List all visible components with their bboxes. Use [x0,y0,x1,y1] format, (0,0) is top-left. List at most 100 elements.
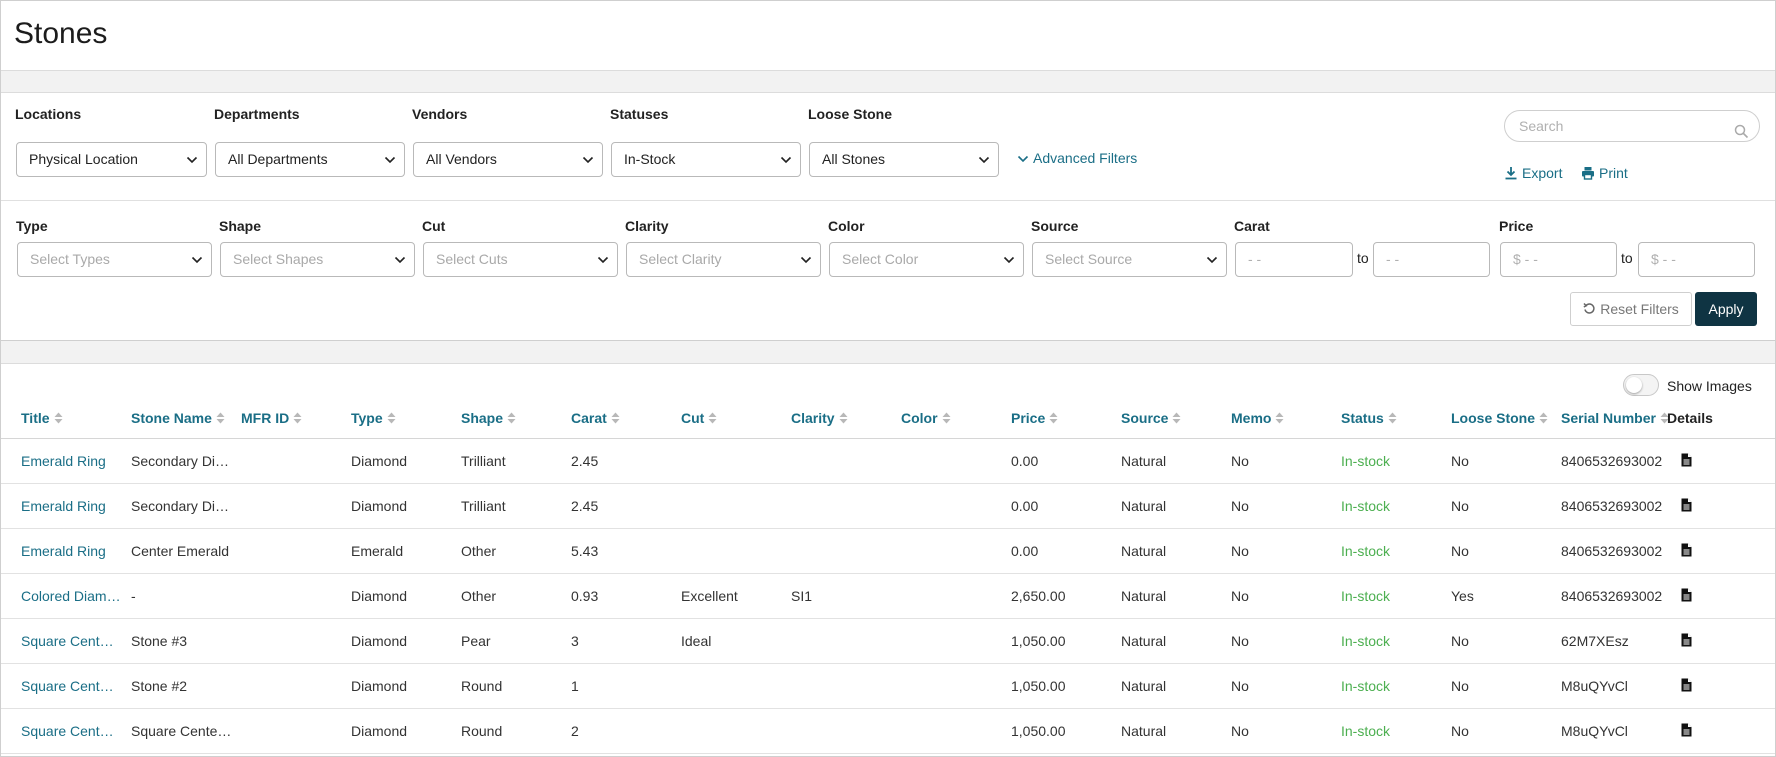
column-header-label: Clarity [791,410,835,426]
search-input[interactable]: Search [1504,110,1760,142]
column-header-loose-stone[interactable]: Loose Stone [1451,410,1548,426]
carat-to-label: to [1357,250,1369,266]
shape-select[interactable]: Select Shapes [220,242,415,277]
cell-carat: 3 [571,633,579,649]
table-row[interactable]: Square Center Ring Square Center Stone Dia… [1,709,1775,754]
column-header-label: Carat [571,410,607,426]
color-label: Color [828,218,865,234]
column-header-stone-name[interactable]: Stone Name [131,410,225,426]
vendors-value: All Vendors [426,151,497,167]
apply-button[interactable]: Apply [1695,292,1757,326]
reset-filters-button[interactable]: Reset Filters [1570,292,1692,326]
cell-type: Diamond [351,453,408,469]
column-header-color[interactable]: Color [901,410,951,426]
table-row[interactable]: Emerald Ring Secondary Diamond Diamond Tril… [1,439,1775,484]
cell-stone-name: Square Center Stone [131,723,235,739]
cell-shape: Other [461,543,497,559]
sort-icon [942,412,951,424]
column-header-shape[interactable]: Shape [461,410,516,426]
table-row[interactable]: Emerald Ring Secondary Diamond Diamond Tril… [1,484,1775,529]
cell-memo: No [1231,633,1249,649]
chevron-down-icon [384,154,396,166]
column-header-memo[interactable]: Memo [1231,410,1284,426]
departments-select[interactable]: All Departments [215,142,405,177]
column-header-source[interactable]: Source [1121,410,1181,426]
column-header-mfr-id[interactable]: MFR ID [241,410,302,426]
table-row[interactable]: Colored Diamond Ring- Diamond Other 0.93 Exc… [1,574,1775,619]
source-select[interactable]: Select Source [1032,242,1227,277]
column-header-price[interactable]: Price [1011,410,1058,426]
type-select[interactable]: Select Types [17,242,212,277]
statuses-select[interactable]: In-Stock [611,142,801,177]
chevron-down-icon [191,254,203,266]
reset-filters-label: Reset Filters [1600,301,1679,317]
departments-value: All Departments [228,151,328,167]
details-document-icon[interactable] [1681,723,1692,742]
loose-stone-select[interactable]: All Stones [809,142,999,177]
cut-select[interactable]: Select Cuts [423,242,618,277]
cell-title[interactable]: Emerald Ring [21,543,121,559]
source-label: Source [1031,218,1079,234]
cell-shape: Round [461,723,503,739]
locations-select[interactable]: Physical Location [16,142,207,177]
details-document-icon[interactable] [1681,453,1692,472]
cell-title[interactable]: Square Center Ring [21,723,121,739]
clarity-select[interactable]: Select Clarity [626,242,821,277]
locations-value: Physical Location [29,151,138,167]
column-header-type[interactable]: Type [351,410,396,426]
export-link[interactable]: Export [1504,165,1562,181]
cut-placeholder: Select Cuts [436,251,508,267]
carat-max-input[interactable]: - - [1373,242,1490,277]
cell-title[interactable]: Emerald Ring [21,498,121,514]
cell-price: 1,050.00 [1011,633,1066,649]
cell-memo: No [1231,678,1249,694]
cell-status: In-stock [1341,543,1391,559]
column-header-carat[interactable]: Carat [571,410,620,426]
advanced-filters-link[interactable]: Advanced Filters [1017,150,1137,166]
details-document-icon[interactable] [1681,588,1692,607]
column-header-serial-number[interactable]: Serial Number [1561,410,1669,426]
carat-min-input[interactable]: - - [1235,242,1353,277]
stones-table-panel: Show Images Title Stone Name MFR ID Type Sha… [1,363,1775,756]
cell-source: Natural [1121,723,1167,739]
price-max-input[interactable]: $ - - [1638,242,1755,277]
details-document-icon[interactable] [1681,678,1692,697]
details-document-icon[interactable] [1681,543,1692,562]
price-min-input[interactable]: $ - - [1500,242,1617,277]
details-document-icon[interactable] [1681,633,1692,652]
table-row[interactable]: Square Center Ring Stone #2 Diamond Round 1 1… [1,664,1775,709]
table-row[interactable]: Square Center Ring Stone #3 Diamond Pear 3 Id… [1,619,1775,664]
cell-loose-stone: No [1451,678,1469,694]
show-images-toggle[interactable] [1623,374,1659,396]
print-link[interactable]: Print [1581,165,1628,181]
chevron-down-icon [1003,254,1015,266]
column-header-clarity[interactable]: Clarity [791,410,848,426]
cell-source: Natural [1121,588,1167,604]
cell-memo: No [1231,723,1249,739]
cell-title[interactable]: Emerald Ring [21,453,121,469]
cell-cut: Ideal [681,633,712,649]
sort-icon [611,412,620,424]
clarity-placeholder: Select Clarity [639,251,722,267]
column-header-cut[interactable]: Cut [681,410,717,426]
price-max-placeholder: $ - - [1651,251,1676,267]
column-header-label: Price [1011,410,1046,426]
cell-status: In-stock [1341,723,1391,739]
cell-title[interactable]: Square Center Ring [21,678,121,694]
cell-serial-number: M8uQYvCl [1561,678,1628,694]
chevron-down-icon [597,254,609,266]
cell-status: In-stock [1341,453,1391,469]
cell-loose-stone: No [1451,633,1469,649]
cell-title[interactable]: Square Center Ring [21,633,121,649]
details-document-icon[interactable] [1681,498,1692,517]
table-row[interactable]: Emerald Ring Center Emerald Emerald Other 5.… [1,529,1775,574]
vendors-select[interactable]: All Vendors [413,142,603,177]
color-select[interactable]: Select Color [829,242,1024,277]
cell-title[interactable]: Colored Diamond Ring [21,588,121,604]
download-icon [1505,167,1517,180]
cell-serial-number: 8406532693002 [1561,588,1663,604]
column-header-status[interactable]: Status [1341,410,1397,426]
cell-status: In-stock [1341,633,1391,649]
column-header-title[interactable]: Title [21,410,63,426]
column-header-label: Details [1667,410,1713,426]
